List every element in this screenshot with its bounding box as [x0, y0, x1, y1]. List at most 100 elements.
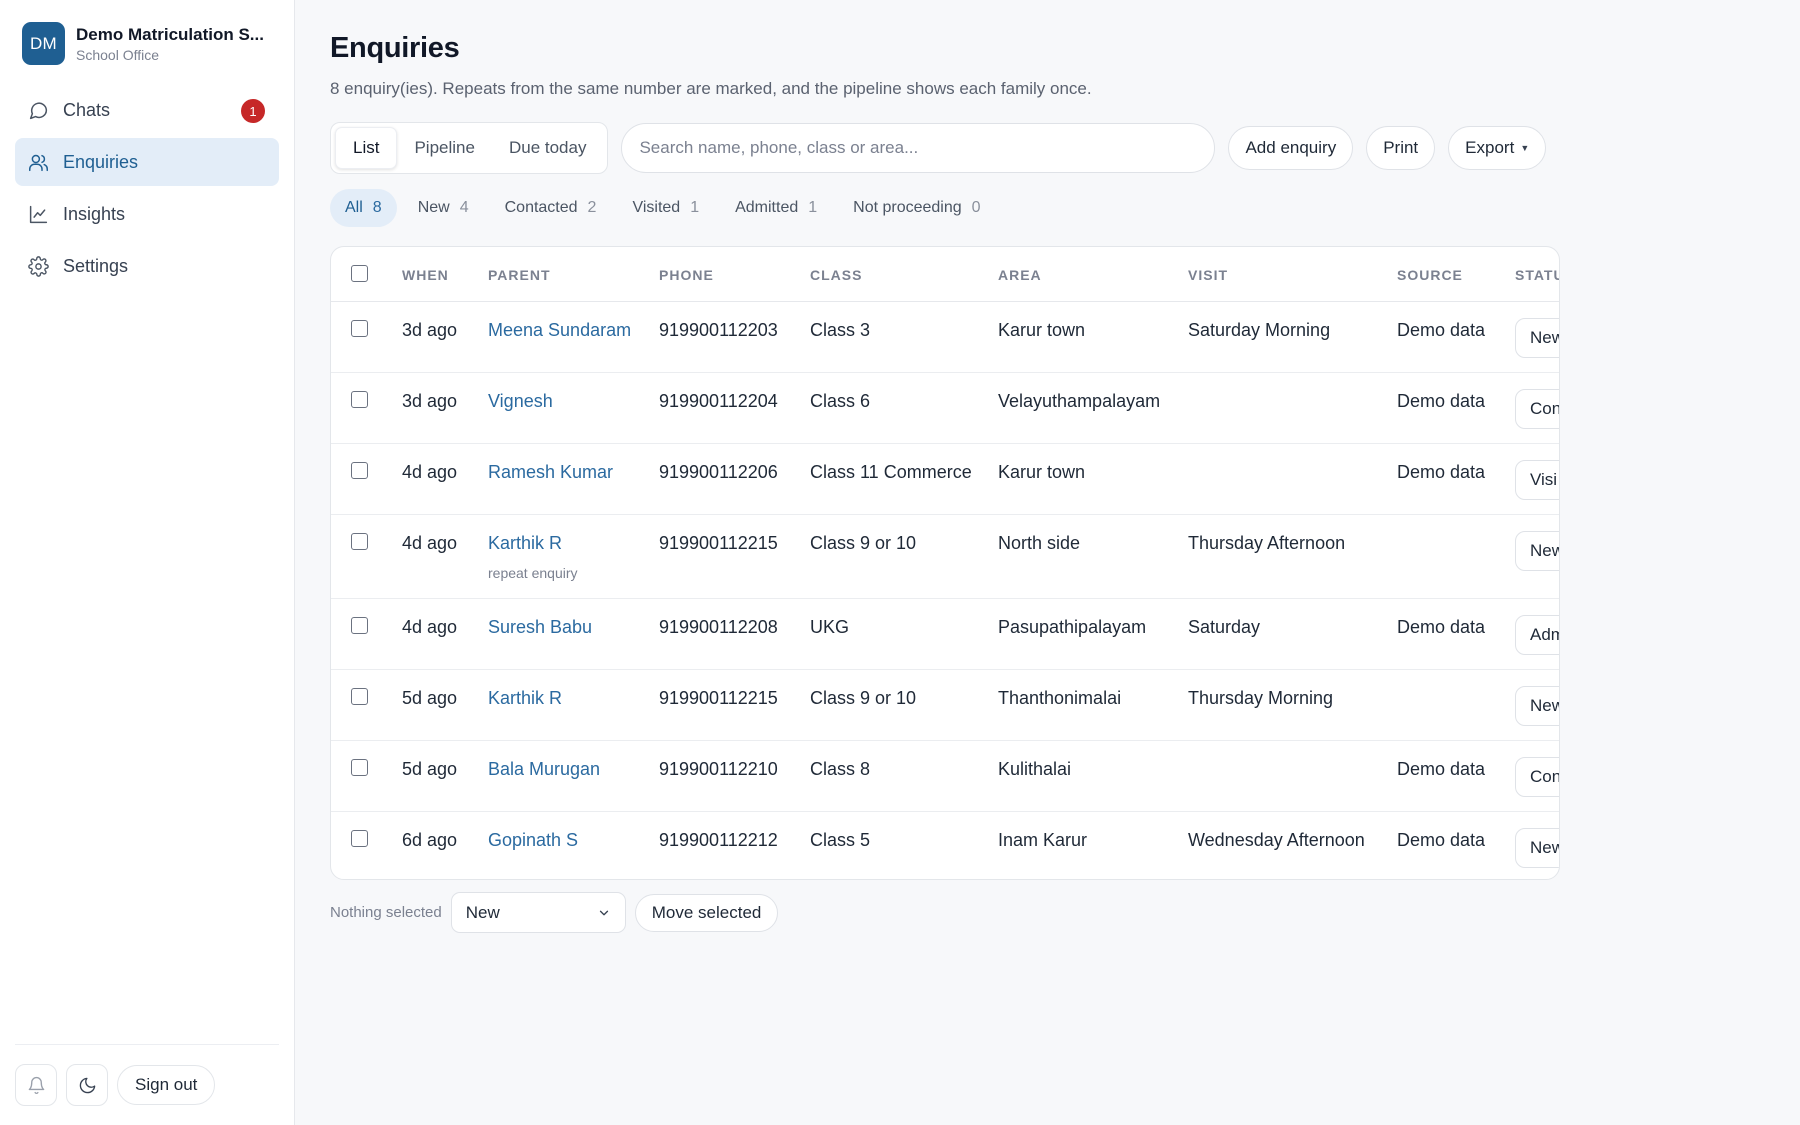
table-header: WHEN PARENT PHONE CLASS AREA VISIT SOURC… — [331, 247, 1559, 302]
filter-visited[interactable]: Visited 1 — [617, 189, 714, 227]
sidebar-item-label: Enquiries — [63, 151, 139, 172]
moon-icon — [79, 1077, 95, 1093]
cell-when: 4d ago — [402, 533, 458, 553]
table-row[interactable]: 4d ago Ramesh Kumar 919900112206 Class 11 C… — [331, 444, 1559, 515]
parent-name-link[interactable]: Meena Sundaram — [488, 320, 631, 341]
parent-name-link[interactable]: Vignesh — [488, 391, 553, 412]
selection-status: Nothing selected — [330, 904, 442, 921]
cell-phone: 919900112212 — [659, 830, 778, 850]
table-row[interactable]: 5d ago Bala Murugan 919900112210 Class 8 Kul… — [331, 741, 1559, 812]
row-checkbox[interactable] — [351, 320, 368, 337]
cell-when: 3d ago — [402, 391, 458, 411]
status-select[interactable]: Adm — [1515, 615, 1559, 655]
row-checkbox[interactable] — [351, 391, 368, 408]
cell-visit: Wednesday Afternoon — [1188, 830, 1365, 850]
cell-phone: 919900112210 — [659, 759, 778, 779]
column-header-source[interactable]: SOURCE — [1397, 267, 1463, 283]
status-select[interactable]: New — [1515, 531, 1559, 571]
column-header-class[interactable]: CLASS — [810, 267, 862, 283]
filter-not-proceeding[interactable]: Not proceeding 0 — [838, 189, 995, 227]
search-input[interactable] — [621, 123, 1216, 173]
row-checkbox[interactable] — [351, 688, 368, 705]
add-enquiry-button[interactable]: Add enquiry — [1228, 126, 1354, 170]
table-row[interactable]: 4d ago Suresh Babu 919900112208 UKG Pasupath… — [331, 599, 1559, 670]
select-all-checkbox[interactable] — [351, 265, 368, 282]
cell-source: Demo data — [1397, 320, 1486, 340]
table-row[interactable]: 3d ago Meena Sundaram 919900112203 Class 3 K… — [331, 302, 1559, 373]
status-select[interactable]: New — [1515, 318, 1559, 358]
filter-label: All — [345, 199, 363, 216]
parent-name-link[interactable]: Ramesh Kumar — [488, 462, 613, 483]
org-switcher[interactable]: DM Demo Matriculation S... School Office — [22, 22, 264, 65]
theme-toggle-button[interactable] — [66, 1064, 108, 1106]
cell-when: 5d ago — [402, 688, 458, 708]
filter-admitted[interactable]: Admitted 1 — [720, 189, 832, 227]
parent-name-link[interactable]: Karthik R — [488, 688, 562, 709]
move-selected-button[interactable]: Move selected — [634, 893, 779, 932]
filter-count: 1 — [808, 199, 818, 216]
cell-area: Thanthonimalai — [998, 688, 1122, 708]
row-checkbox[interactable] — [351, 533, 368, 550]
sign-out-button[interactable]: Sign out — [117, 1065, 216, 1105]
filter-all[interactable]: All 8 — [330, 189, 397, 227]
table-row[interactable]: 3d ago Vignesh 919900112204 Class 6 Velayuth… — [331, 373, 1559, 444]
parent-name-link[interactable]: Karthik R — [488, 533, 562, 554]
status-filter-tabs: All 8 New 4 Contacted 2 Visited 1 Admitted 1 … — [330, 189, 1002, 227]
table-row[interactable]: 4d ago Karthik R 919900112215 Class 9 or 10… — [331, 515, 1559, 599]
target-status-select[interactable]: New — [450, 892, 626, 933]
parent-name-link[interactable]: Suresh Babu — [488, 617, 592, 638]
column-header-phone[interactable]: PHONE — [659, 267, 714, 283]
cell-class: Class 5 — [810, 830, 871, 850]
export-button[interactable]: Export ▼ — [1448, 126, 1547, 170]
filter-new[interactable]: New 4 — [403, 189, 484, 227]
cell-when: 6d ago — [402, 830, 458, 850]
filter-label: Not proceeding — [853, 199, 962, 216]
sidebar-item-enquiries[interactable]: Enquiries — [15, 138, 279, 186]
notifications-button[interactable] — [15, 1064, 57, 1106]
column-header-when[interactable]: WHEN — [402, 267, 449, 283]
sidebar-item-insights[interactable]: Insights — [15, 190, 279, 238]
table-row[interactable]: 6d ago Gopinath S 919900112212 Class 5 Inam … — [331, 812, 1559, 879]
filter-count: 8 — [372, 199, 382, 216]
filter-count: 0 — [971, 199, 981, 216]
status-select[interactable]: Visi — [1515, 460, 1559, 500]
status-select[interactable]: New — [1515, 686, 1559, 726]
parent-name-link[interactable]: Bala Murugan — [488, 759, 600, 780]
chevron-down-icon — [599, 910, 608, 915]
column-header-parent[interactable]: PARENT — [488, 267, 551, 283]
sidebar-nav: Chats 1 Enquiries Insights Settings — [15, 86, 279, 294]
gear-icon — [28, 255, 49, 277]
row-checkbox[interactable] — [351, 830, 368, 847]
column-header-area[interactable]: AREA — [998, 267, 1042, 283]
parent-name-link[interactable]: Gopinath S — [488, 830, 578, 851]
sidebar-item-chats[interactable]: Chats 1 — [15, 86, 279, 134]
select-value: New — [465, 902, 500, 922]
filter-contacted[interactable]: Contacted 2 — [490, 189, 612, 227]
filter-label: Contacted — [504, 199, 578, 216]
print-button[interactable]: Print — [1366, 126, 1436, 170]
view-tab-due-today[interactable]: Due today — [492, 127, 604, 169]
org-avatar: DM — [22, 22, 65, 65]
view-switcher: List Pipeline Due today — [330, 122, 609, 174]
row-checkbox[interactable] — [351, 462, 368, 479]
cell-class: Class 9 or 10 — [810, 533, 917, 553]
column-header-visit[interactable]: VISIT — [1188, 267, 1228, 283]
table-body: 3d ago Meena Sundaram 919900112203 Class 3 K… — [331, 302, 1559, 879]
export-label: Export — [1465, 138, 1515, 157]
row-checkbox[interactable] — [351, 617, 368, 634]
status-select[interactable]: New — [1515, 828, 1559, 868]
column-header-status[interactable]: STATU — [1515, 267, 1559, 283]
cell-area: Karur town — [998, 320, 1086, 340]
org-subtitle: School Office — [76, 46, 160, 63]
cell-class: Class 8 — [810, 759, 871, 779]
filter-label: Admitted — [735, 199, 799, 216]
status-select[interactable]: Con — [1515, 389, 1559, 429]
sidebar-item-settings[interactable]: Settings — [15, 242, 279, 290]
cell-when: 4d ago — [402, 617, 458, 637]
row-checkbox[interactable] — [351, 759, 368, 776]
cell-when: 3d ago — [402, 320, 458, 340]
view-tab-list[interactable]: List — [335, 127, 398, 169]
view-tab-pipeline[interactable]: Pipeline — [397, 127, 492, 169]
table-row[interactable]: 5d ago Karthik R 919900112215 Class 9 or 10… — [331, 670, 1559, 741]
status-select[interactable]: Con — [1515, 757, 1559, 797]
